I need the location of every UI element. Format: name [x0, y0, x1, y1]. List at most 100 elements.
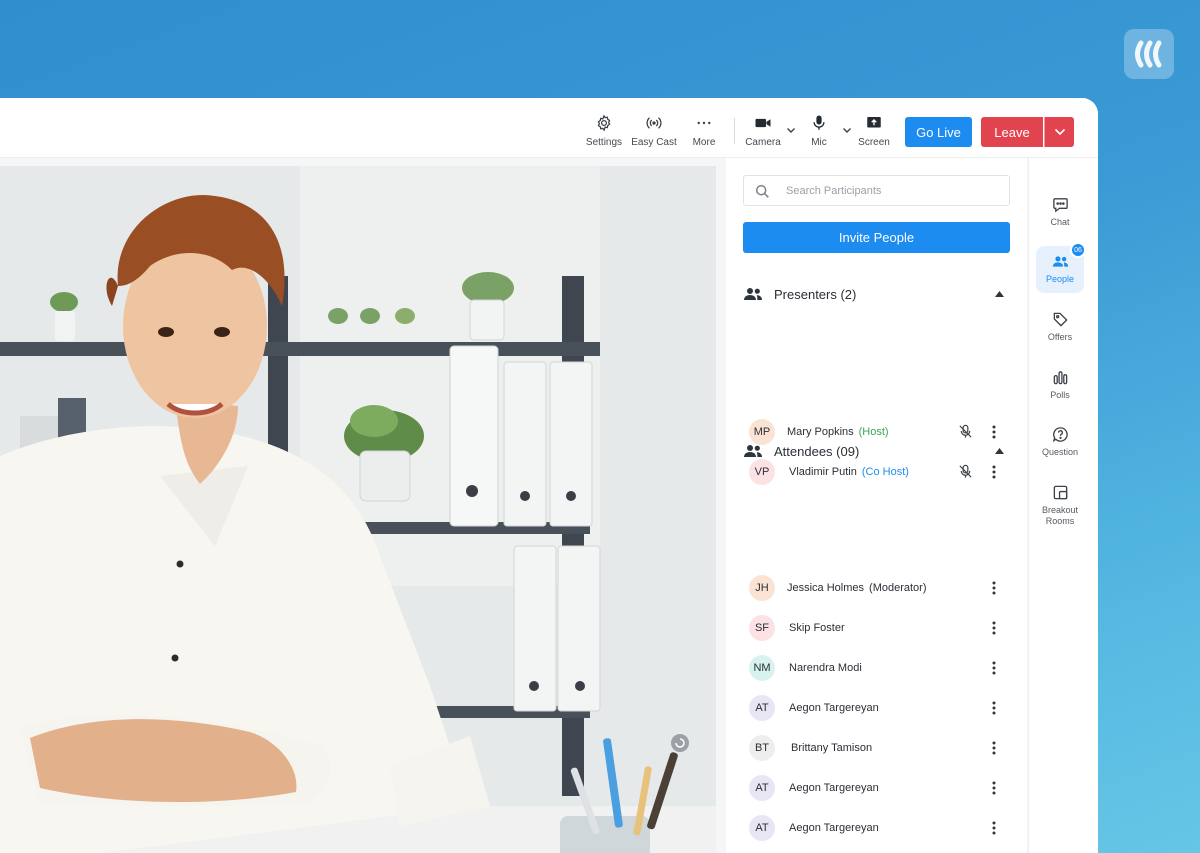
brand-logo-icon: [1135, 40, 1162, 68]
nav-question[interactable]: Question: [1036, 426, 1084, 458]
presenter-video-image: [0, 166, 716, 853]
settings-label: Settings: [585, 137, 623, 148]
attendee-row: SF Skip Foster: [749, 614, 1007, 642]
people-icon: [1052, 256, 1068, 267]
participants-panel: Invite People Presenters (2) MP Mary Pop…: [726, 158, 1027, 853]
side-navigation: Chat People 06 Offers Polls Question Bre…: [1028, 158, 1098, 853]
leave-button[interactable]: Leave: [981, 117, 1043, 147]
camera-label: Camera: [745, 137, 781, 148]
search-icon: [755, 184, 769, 198]
bar-chart-icon: [1053, 371, 1067, 385]
main-video-feed: [0, 166, 716, 853]
participant-name: Aegon Targereyan: [789, 822, 879, 834]
attendee-row: AT Aegon Targereyan: [749, 814, 1007, 842]
nav-breakout-rooms[interactable]: Breakout Rooms: [1036, 484, 1084, 527]
role-tag: (Host): [858, 426, 889, 438]
avatar: VP: [749, 459, 775, 485]
participant-name: Brittany Tamison: [791, 742, 873, 754]
more-options-icon[interactable]: [991, 820, 997, 836]
breakout-label-line2: Rooms: [1045, 516, 1075, 526]
broadcast-icon: [646, 117, 662, 129]
role-tag: (Moderator): [869, 582, 927, 594]
toolbar-divider: [734, 118, 735, 144]
mic-off-icon[interactable]: [958, 464, 973, 479]
go-live-button[interactable]: Go Live: [905, 117, 972, 147]
participant-name: Aegon Targereyan: [789, 782, 879, 794]
settings-button[interactable]: Settings: [578, 114, 630, 148]
tag-icon: [1053, 312, 1068, 327]
attendee-row: NM Narendra Modi: [749, 654, 1007, 682]
nav-offers[interactable]: Offers: [1036, 311, 1084, 343]
presenters-section-header[interactable]: Presenters (2): [743, 284, 1010, 304]
more-options-icon[interactable]: [991, 464, 997, 480]
role-tag: (Co Host): [861, 466, 909, 478]
mic-label: Mic: [811, 137, 827, 148]
nav-chat[interactable]: Chat: [1036, 196, 1084, 228]
breakout-label-line1: Breakout: [1041, 505, 1079, 515]
more-options-icon[interactable]: [991, 780, 997, 796]
screen-share-button[interactable]: Screen: [848, 114, 900, 148]
attendee-row: BT Brittany Tamison: [749, 734, 1007, 762]
people-count-badge: 06: [1070, 242, 1086, 258]
more-options-icon[interactable]: [991, 700, 997, 716]
offers-label: Offers: [1047, 332, 1073, 342]
chat-icon: [1052, 198, 1068, 213]
avatar: BT: [749, 735, 775, 761]
presenters-title: Presenters (2): [774, 286, 857, 302]
top-toolbar: Settings Easy Cast More Camera Mic Scree…: [0, 98, 1098, 158]
chevron-down-icon: [1054, 128, 1065, 136]
avatar: AT: [749, 695, 775, 721]
invite-people-button[interactable]: Invite People: [743, 222, 1010, 253]
participant-name: Skip Foster: [789, 622, 845, 634]
avatar: SF: [749, 615, 775, 641]
participant-name: Narendra Modi: [789, 662, 862, 674]
more-label: More: [692, 137, 716, 148]
search-input[interactable]: [786, 176, 1001, 205]
avatar: AT: [749, 815, 775, 841]
breakout-rooms-icon: [1053, 485, 1067, 500]
more-options-icon[interactable]: [991, 424, 997, 440]
avatar: AT: [749, 775, 775, 801]
collapse-arrow-icon: [995, 291, 1004, 297]
collapse-arrow-icon: [995, 448, 1004, 454]
participant-name: Mary Popkins: [787, 426, 854, 438]
participant-name: Jessica Holmes: [787, 582, 865, 594]
more-options-icon[interactable]: [991, 580, 997, 596]
attendees-title: Attendees (09): [774, 443, 860, 459]
question-label: Question: [1041, 447, 1079, 457]
more-options-icon[interactable]: [991, 620, 997, 636]
question-icon: [1052, 427, 1068, 443]
participant-search[interactable]: [743, 175, 1010, 206]
attendee-row: JH Jessica Holmes (Moderator): [749, 574, 1007, 602]
avatar: NM: [749, 655, 775, 681]
attendee-row: AT Aegon Targereyan: [749, 694, 1007, 722]
more-dots-icon: [697, 121, 711, 125]
easy-cast-button[interactable]: Easy Cast: [628, 114, 680, 148]
participant-name: Aegon Targereyan: [789, 702, 879, 714]
attendees-section-header[interactable]: Attendees (09): [743, 441, 1010, 461]
mic-button[interactable]: Mic: [793, 114, 845, 148]
nav-polls[interactable]: Polls: [1036, 369, 1084, 401]
microphone-icon: [813, 115, 825, 130]
participant-name: Vladimir Putin: [789, 466, 857, 478]
presenter-row: VP Vladimir Putin (Co Host): [749, 458, 1007, 486]
leave-options-button[interactable]: [1044, 117, 1074, 147]
attendee-row: AT Aegon Targereyan: [749, 774, 1007, 802]
camera-button[interactable]: Camera: [737, 114, 789, 148]
brand-logo: [1124, 29, 1174, 79]
screen-label: Screen: [858, 137, 890, 148]
avatar: JH: [749, 575, 775, 601]
more-options-icon[interactable]: [991, 660, 997, 676]
camera-icon: [755, 118, 771, 128]
mic-off-icon[interactable]: [958, 424, 973, 439]
people-icon: [744, 288, 762, 300]
more-options-icon[interactable]: [991, 740, 997, 756]
breakout-rooms-label: Breakout Rooms: [1042, 505, 1078, 527]
easy-cast-label: Easy Cast: [631, 137, 677, 148]
meeting-window: Settings Easy Cast More Camera Mic Scree…: [0, 98, 1098, 853]
nav-people[interactable]: People 06: [1036, 242, 1086, 293]
chat-label: Chat: [1050, 217, 1070, 227]
gear-icon: [597, 114, 611, 132]
screen-share-icon: [867, 117, 881, 128]
more-button[interactable]: More: [678, 114, 730, 148]
